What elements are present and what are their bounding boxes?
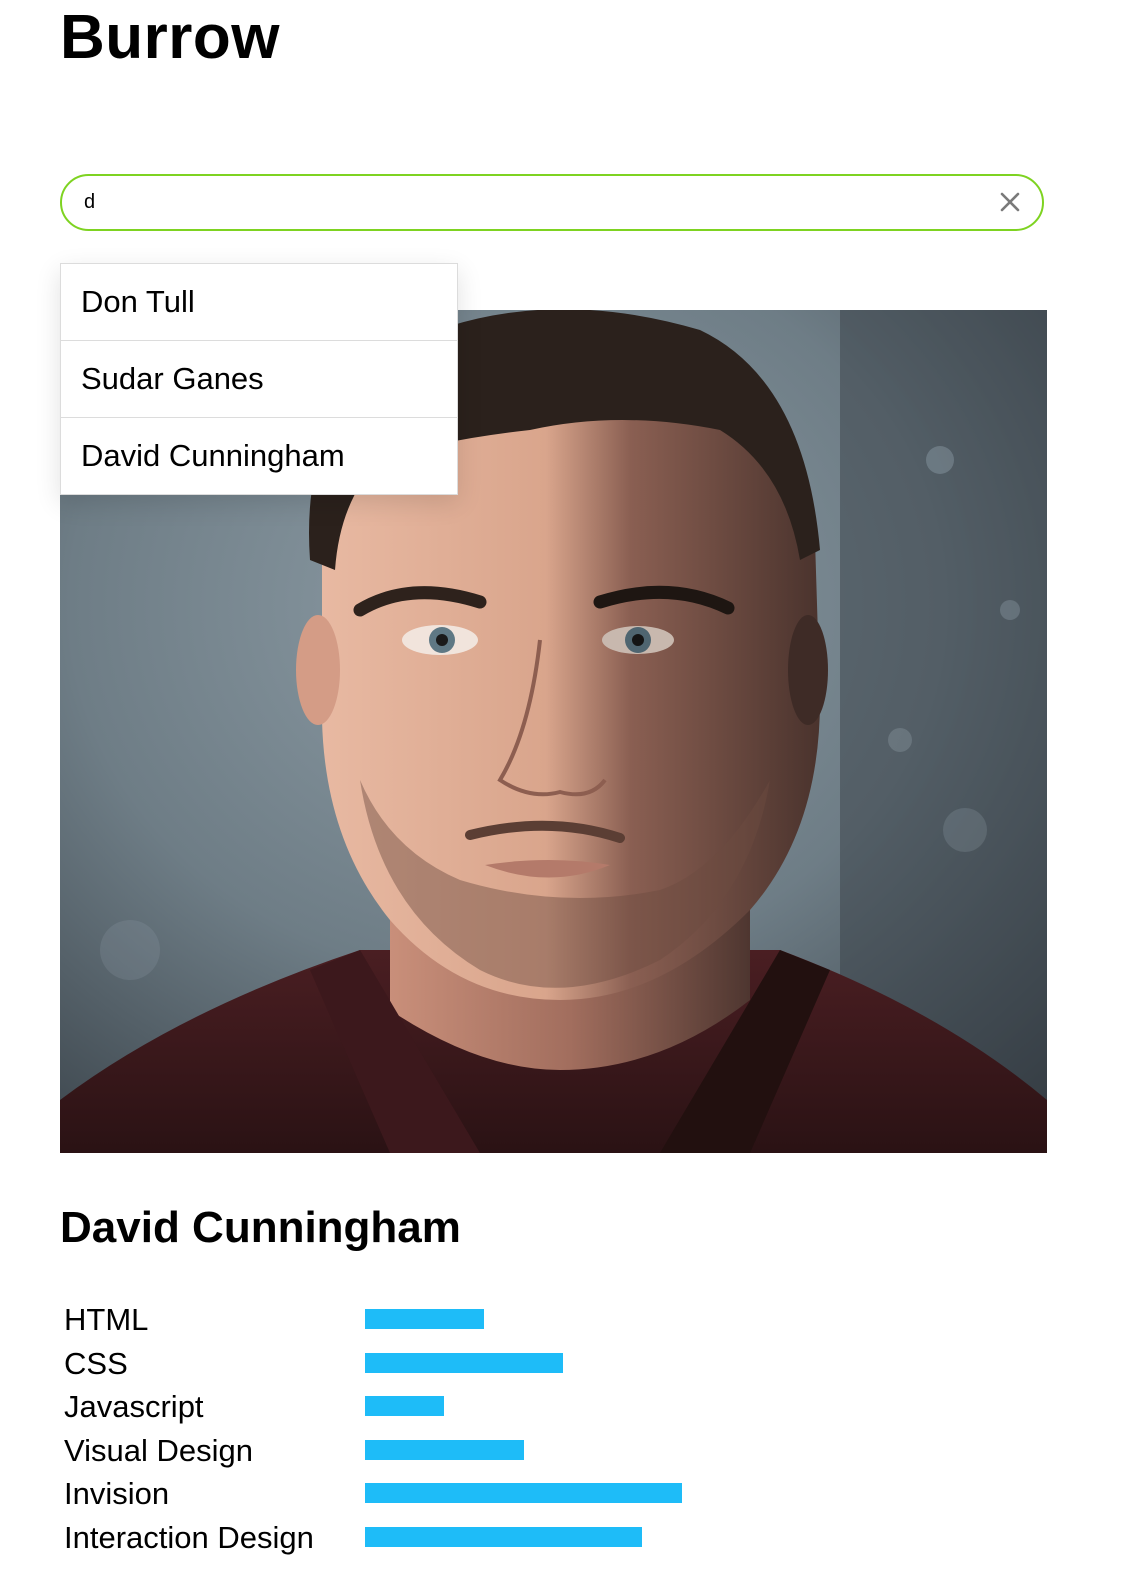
skill-track — [365, 1526, 765, 1547]
skill-track — [365, 1352, 765, 1373]
close-icon — [1000, 192, 1020, 212]
skill-row: Invision — [64, 1472, 964, 1516]
skill-bar — [365, 1309, 484, 1329]
skill-row: Interaction Design — [64, 1516, 964, 1560]
skill-row: HTML — [64, 1298, 964, 1342]
app-title: Burrow — [60, 3, 280, 72]
skill-label: Javascript — [64, 1389, 204, 1424]
suggestion-item[interactable]: Don Tull — [61, 264, 457, 341]
skill-label: CSS — [64, 1345, 128, 1381]
search-box — [60, 174, 1044, 231]
search-input[interactable] — [84, 176, 964, 229]
skill-label: Visual Design — [64, 1432, 253, 1468]
skill-bar — [365, 1526, 642, 1547]
search-suggestions-dropdown: Don Tull Sudar Ganes David Cunningham — [60, 263, 458, 495]
profile-name: David Cunningham — [60, 1203, 461, 1252]
skill-track — [365, 1396, 765, 1416]
clear-search-button[interactable] — [996, 188, 1024, 216]
skill-row: Javascript — [64, 1385, 964, 1429]
skill-row: CSS — [64, 1342, 964, 1386]
skill-track — [365, 1439, 765, 1460]
skill-bar — [365, 1352, 563, 1373]
skill-bar — [365, 1396, 444, 1416]
skill-row: Visual Design — [64, 1429, 964, 1473]
suggestion-item[interactable]: Sudar Ganes — [61, 341, 457, 418]
skill-track — [365, 1309, 765, 1329]
skill-label: HTML — [64, 1302, 149, 1337]
skill-bar — [365, 1439, 524, 1460]
skill-bar — [365, 1483, 682, 1503]
suggestion-item[interactable]: David Cunningham — [61, 418, 457, 494]
skill-label: Invision — [64, 1476, 170, 1511]
skills-list: HTML CSS Javascript Visual Design Invisi… — [64, 1298, 964, 1559]
skill-label: Interaction Design — [64, 1519, 314, 1555]
skill-track — [365, 1483, 765, 1503]
